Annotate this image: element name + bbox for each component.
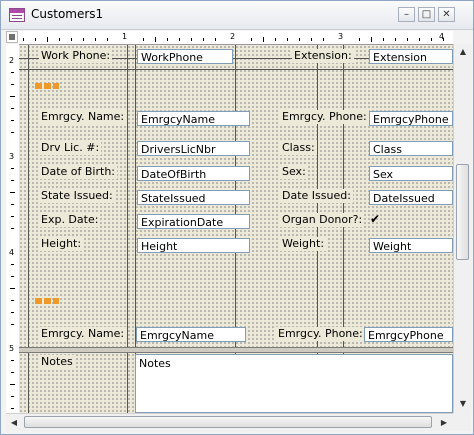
vruler-label-2: 2	[9, 56, 15, 65]
organ-donor-label[interactable]: Organ Donor?:	[280, 213, 365, 227]
resize-grip[interactable]	[453, 413, 471, 431]
gridline	[127, 45, 128, 413]
extension-field[interactable]: Extension	[369, 49, 453, 64]
emrgcy-name-label[interactable]: Emrgcy. Name:	[39, 110, 127, 124]
date-issued-field[interactable]: DateIssued	[369, 190, 453, 205]
height-field[interactable]: Height	[137, 238, 250, 253]
work-phone-field[interactable]: WorkPhone	[137, 49, 233, 64]
date-of-birth-field[interactable]: DateOfBirth	[137, 166, 250, 181]
exp-date-label[interactable]: Exp. Date:	[39, 213, 101, 227]
vertical-scrollbar[interactable]: ▲ ▼	[453, 44, 472, 413]
form-icon	[9, 8, 25, 22]
drivers-lic-field[interactable]: DriversLicNbr	[137, 141, 250, 156]
arrow-right-icon[interactable]: ▶	[436, 415, 452, 430]
vertical-ruler[interactable]: 2 3 4 5	[6, 44, 20, 413]
vertical-ruler-ticks	[10, 72, 15, 409]
weight-label[interactable]: Weight:	[280, 237, 327, 251]
arrow-down-icon[interactable]: ▼	[455, 396, 471, 412]
page-break-marker[interactable]	[35, 83, 59, 89]
emrgcy-phone-field-2[interactable]: EmrgcyPhone	[364, 327, 453, 342]
sex-field[interactable]: Sex	[369, 166, 453, 181]
form-design-grid[interactable]: Work Phone: WorkPhone Extension: Extensi…	[19, 45, 453, 413]
emrgcy-name-label-2[interactable]: Emrgcy. Name:	[39, 327, 127, 341]
vruler-label-3: 3	[9, 152, 15, 161]
horizontal-ruler-ticks	[23, 37, 444, 42]
customers-form-window: Customers1 – □ ✕ 1 2 3 4 2 3 4 5 Work Ph…	[0, 0, 474, 435]
date-of-birth-label[interactable]: Date of Birth:	[39, 165, 118, 179]
vertical-scroll-thumb[interactable]	[456, 164, 469, 260]
emrgcy-phone-label-2[interactable]: Emrgcy. Phone:	[276, 327, 365, 341]
form-selector[interactable]	[6, 31, 18, 43]
ruler-label-1: 1	[122, 32, 128, 41]
extension-label[interactable]: Extension:	[292, 49, 354, 63]
gridline	[19, 69, 453, 70]
sex-label[interactable]: Sex:	[280, 165, 308, 179]
weight-field[interactable]: Weight	[369, 238, 453, 253]
horizontal-scrollbar[interactable]: ◀ ▶	[6, 413, 453, 431]
expiration-date-field[interactable]: ExpirationDate	[137, 214, 250, 229]
section-divider[interactable]	[19, 347, 453, 353]
emrgcy-phone-label[interactable]: Emrgcy. Phone:	[280, 110, 369, 124]
maximize-button[interactable]: □	[418, 7, 435, 22]
arrow-left-icon[interactable]: ◀	[6, 415, 22, 430]
ruler-label-4: 4	[439, 32, 445, 41]
arrow-up-icon[interactable]: ▲	[455, 44, 471, 60]
minimize-button[interactable]: –	[398, 7, 415, 22]
ruler-label-2: 2	[230, 32, 236, 41]
window-title: Customers1	[31, 7, 104, 21]
horizontal-ruler[interactable]: 1 2 3 4	[18, 31, 453, 45]
ruler-label-3: 3	[338, 32, 344, 41]
page-break-marker[interactable]	[35, 298, 59, 304]
drv-lic-label[interactable]: Drv Lic. #:	[39, 141, 102, 155]
notes-label[interactable]: Notes	[39, 355, 75, 369]
height-label[interactable]: Height:	[39, 237, 84, 251]
gridline	[28, 45, 29, 413]
date-issued-label[interactable]: Date Issued:	[280, 189, 353, 203]
state-issued-label[interactable]: State Issued:	[39, 189, 115, 203]
title-bar[interactable]: Customers1 – □ ✕	[1, 1, 473, 30]
emrgcy-phone-field[interactable]: EmrgcyPhone	[369, 111, 453, 126]
emrgcy-name-field[interactable]: EmrgcyName	[137, 111, 250, 126]
state-issued-field[interactable]: StateIssued	[137, 190, 250, 205]
organ-donor-checkbox[interactable]: ✔	[370, 213, 380, 225]
close-button[interactable]: ✕	[438, 7, 455, 22]
vruler-label-5: 5	[9, 344, 15, 353]
class-label[interactable]: Class:	[280, 141, 317, 155]
vruler-label-4: 4	[9, 248, 15, 257]
class-field[interactable]: Class	[369, 141, 453, 156]
emrgcy-name-field-2[interactable]: EmrgcyName	[136, 327, 246, 342]
horizontal-scroll-thumb[interactable]	[24, 416, 432, 428]
notes-field[interactable]: Notes	[135, 354, 453, 413]
work-phone-label[interactable]: Work Phone:	[39, 49, 113, 63]
